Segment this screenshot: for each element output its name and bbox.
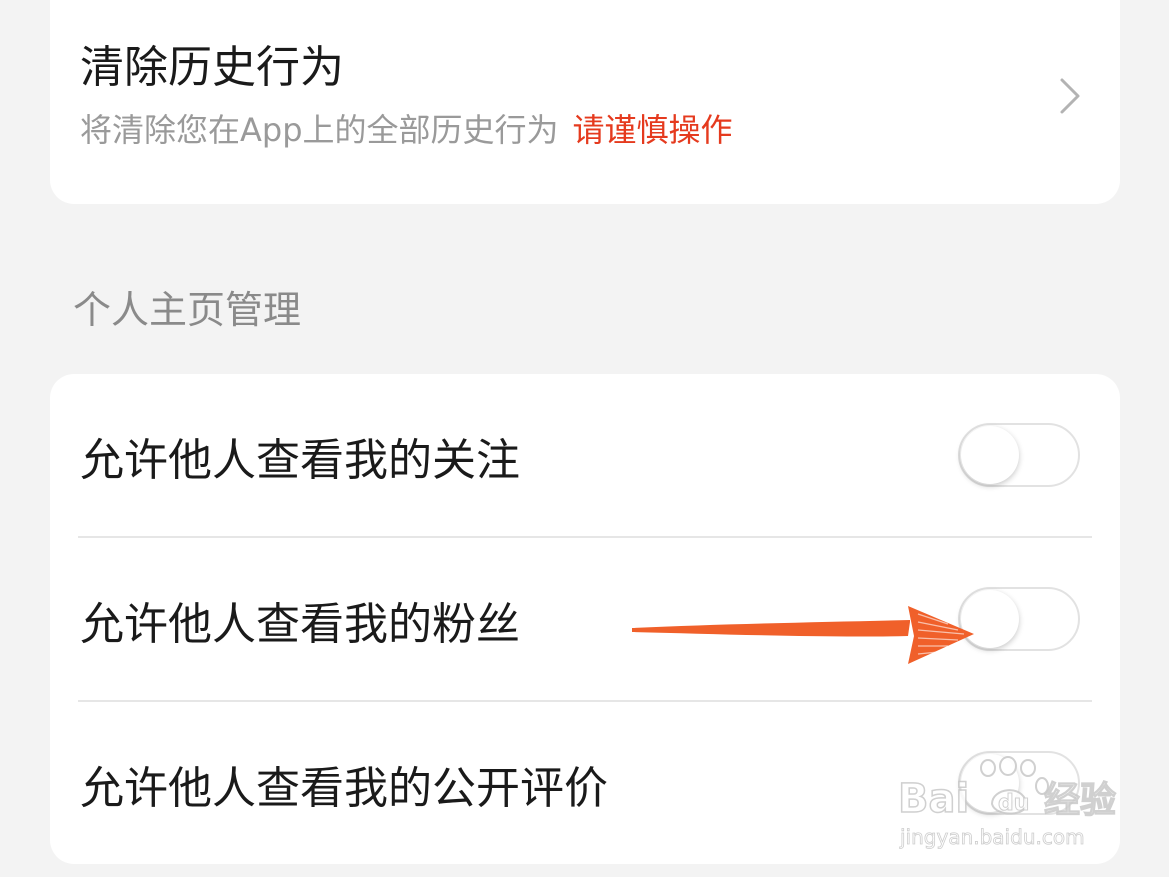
chevron-right-icon	[1060, 78, 1080, 114]
toggle-knob	[961, 426, 1019, 484]
toggle-label-following: 允许他人查看我的关注	[80, 435, 520, 486]
red-arrow-annotation	[632, 606, 974, 664]
profile-management-section-label: 个人主页管理	[73, 288, 302, 332]
svg-text:Bai: Bai	[898, 776, 969, 822]
clear-history-title: 清除历史行为	[80, 42, 344, 93]
toggle-label-public-reviews: 允许他人查看我的公开评价	[80, 763, 608, 814]
svg-text:jingyan.baidu.com: jingyan.baidu.com	[899, 825, 1085, 849]
toggle-row-following: 允许他人查看我的关注	[50, 374, 1120, 538]
clear-history-description-text: 将清除您在App上的全部历史行为	[80, 111, 559, 149]
toggle-label-fans: 允许他人查看我的粉丝	[80, 599, 520, 650]
baidu-jingyan-watermark: Bai du 经验 jingyan.baidu.com	[897, 756, 1117, 849]
svg-text:du: du	[998, 791, 1029, 816]
clear-history-description: 将清除您在App上的全部历史行为 请谨慎操作	[80, 104, 733, 156]
clear-history-warning: 请谨慎操作	[572, 111, 733, 149]
svg-text:经验: 经验	[1044, 780, 1116, 821]
following-visibility-toggle[interactable]	[958, 423, 1080, 487]
clear-history-card[interactable]: 清除历史行为 将清除您在App上的全部历史行为 请谨慎操作	[50, 0, 1120, 204]
